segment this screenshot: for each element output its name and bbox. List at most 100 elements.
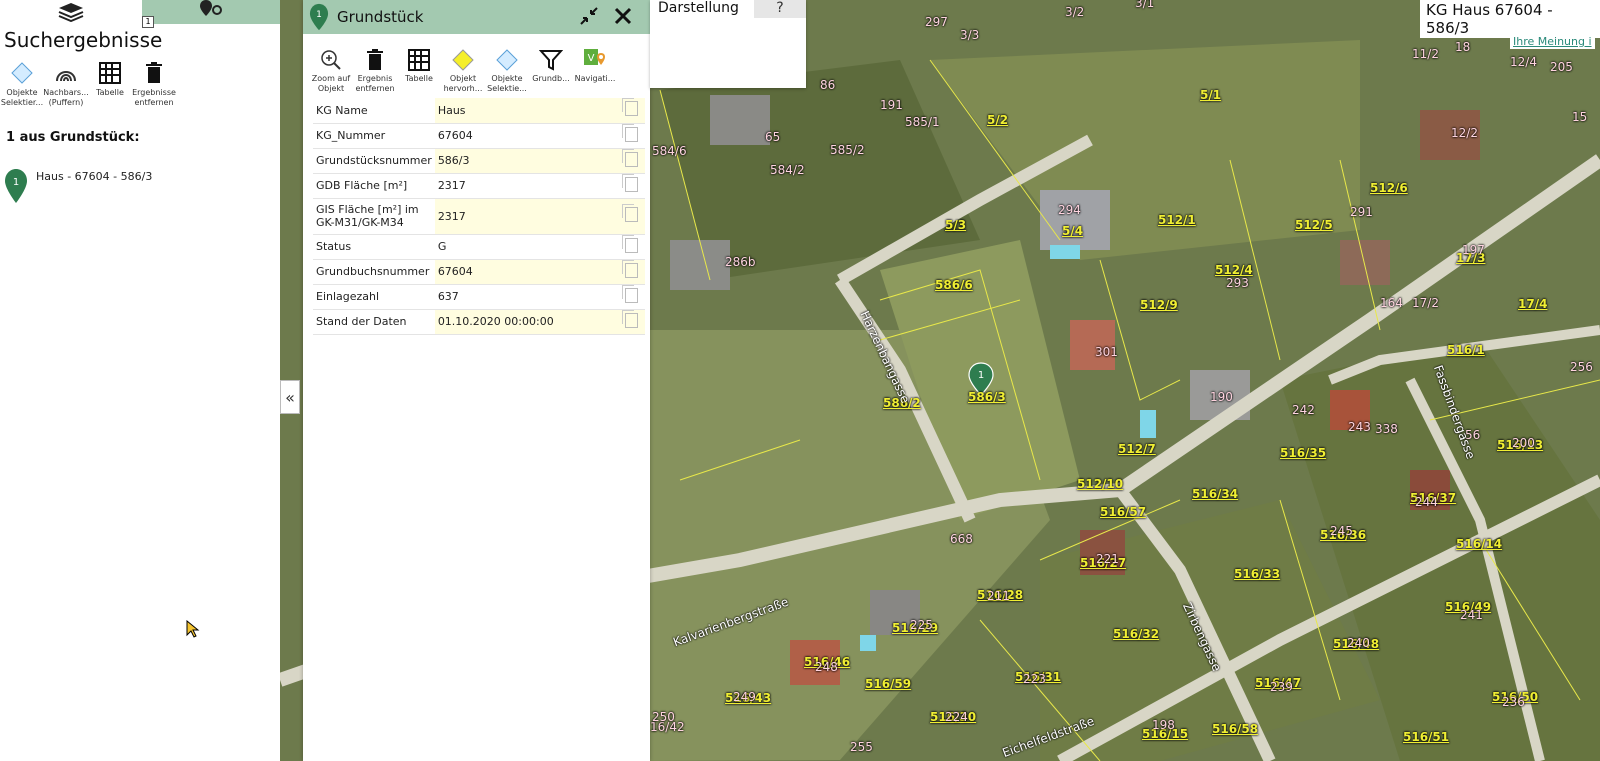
remove-results-button[interactable]: Ergebnisse entfernen [132,58,176,108]
table-icon [99,62,121,84]
plot-label: 586/6 [935,278,973,292]
attribute-value: 586/3 [434,148,617,174]
house-number: 301 [1095,345,1118,359]
plot-label: 512/4 [1215,263,1253,277]
remove-result-button[interactable]: Ergebnis entfernen [353,46,397,96]
location-label: KG Haus 67604 - 586/3 [1420,0,1600,38]
feedback-link[interactable]: Ihre Meinung i [1510,34,1595,49]
copy-button[interactable] [617,98,645,124]
layers-icon [58,3,84,22]
copy-button[interactable] [617,309,645,335]
plot-label: 516/14 [1456,537,1503,551]
plot-label: 585/1 [905,115,940,129]
select-objects-button[interactable]: Objekte Selektie... [485,46,529,96]
buffer-button[interactable]: Nachbars... (Puffern) [43,58,89,108]
copy-button[interactable] [617,259,645,285]
copy-button[interactable] [617,148,645,174]
diamond-icon [11,62,33,84]
display-popup: Darstellung ? [650,0,806,88]
attribute-row: Status G [313,234,645,260]
copy-icon [621,204,638,222]
navigation-button[interactable]: V Navigati... [573,46,617,96]
house-number: 223 [1023,672,1046,686]
plot-label: 512/10 [1077,477,1124,491]
search-results-tab[interactable] [142,0,280,24]
plot-label: 5/3 [945,218,967,232]
plot-label: 5/4 [1062,224,1084,238]
highlight-object-button[interactable]: Objekt hervorh... [441,46,485,96]
diamond-icon [496,49,518,71]
close-icon[interactable] [613,6,633,26]
table-button[interactable]: Tabelle [88,58,132,108]
house-number: 255 [850,740,873,754]
attribute-key: GDB Fläche [m²] [313,173,435,199]
house-number: 15 [1572,110,1588,124]
plot-label: 5/1 [1200,88,1222,102]
copy-icon [621,284,638,303]
house-number: 244 [1415,495,1438,509]
result-marker-icon: 1 [5,169,27,203]
results-count-badge: 1 [142,16,154,28]
collapse-panel-button[interactable]: « [280,380,300,414]
house-number: 240 [1347,636,1370,650]
plot-label: 516/32 [1113,627,1160,641]
results-heading: 1 aus Grundstück: [6,130,140,145]
table-button[interactable]: Tabelle [397,46,441,96]
house-number: 242 [1292,403,1315,417]
house-number: 224 [945,710,968,724]
plot-label: 3/1 [1135,0,1155,10]
tool-label: Tabelle [96,88,124,97]
plot-label: 516/33 [1234,567,1281,581]
sidebar-topbar: 1 [0,0,280,28]
tool-label: Nachbars... (Puffern) [43,88,89,107]
house-number: 250 [652,710,675,724]
search-result-item[interactable]: 1 Haus - 67604 - 586/3 [4,168,152,204]
search-results-sidebar: 1 Suchergebnisse Objekte Selektier... Na… [0,0,280,761]
attribute-row: Stand der Daten 01.10.2020 00:00:00 [313,309,645,335]
attribute-key: Status [313,234,435,260]
attribute-key: GIS Fläche [m²] im GK-M31/GK-M34 [313,198,435,235]
copy-button[interactable] [617,123,645,149]
house-number: 249 [733,690,756,704]
panel-marker-icon: 1 [309,3,329,31]
land-register-filter-button[interactable]: Grundb... [529,46,573,96]
house-number: 200 [1512,436,1535,450]
mouse-cursor-icon [186,620,200,638]
plot-label: 585/2 [830,143,865,157]
plot-label: 512/1 [1158,213,1196,227]
house-number: 190 [1210,390,1233,404]
plot-label: 12/4 [1510,55,1537,69]
attribute-value: 01.10.2020 00:00:00 [434,309,617,335]
house-number: 291 [1350,205,1373,219]
attribute-value: Haus [434,98,617,124]
house-number: 286b [725,255,756,269]
copy-button[interactable] [617,284,645,310]
plot-label: 11/2 [1412,47,1439,61]
copy-button[interactable] [617,173,645,199]
tool-label: Zoom auf Objekt [311,74,351,93]
house-number: 248 [815,660,838,674]
copy-icon [621,173,638,192]
plot-label: 516/35 [1280,446,1327,460]
attribute-row: GDB Fläche [m²] 2317 [313,173,645,199]
tool-label: Objekt hervorh... [443,74,483,93]
select-objects-button[interactable]: Objekte Selektier... [0,58,44,108]
help-button[interactable]: ? [754,0,806,18]
house-number: 236 [1502,695,1525,709]
copy-button[interactable] [617,234,645,260]
attribute-value: 67604 [434,123,617,149]
house-number: 198 [1152,718,1175,732]
filter-icon [539,50,563,71]
zoom-to-object-button[interactable]: Zoom auf Objekt [309,46,353,96]
house-number: 241 [1460,608,1483,622]
copy-button[interactable] [617,198,645,235]
attribute-key: Grundstücksnummer [313,148,435,174]
layers-tab[interactable] [0,0,142,24]
plot-label: 512/5 [1295,218,1333,232]
tool-label: Navigati... [574,74,616,83]
display-tab[interactable]: Darstellung [658,0,739,18]
minimize-icon[interactable] [579,6,599,26]
tool-label: Objekte Selektier... [0,88,44,107]
map-marker-number: 1 [978,370,984,381]
house-number: 338 [1375,422,1398,436]
